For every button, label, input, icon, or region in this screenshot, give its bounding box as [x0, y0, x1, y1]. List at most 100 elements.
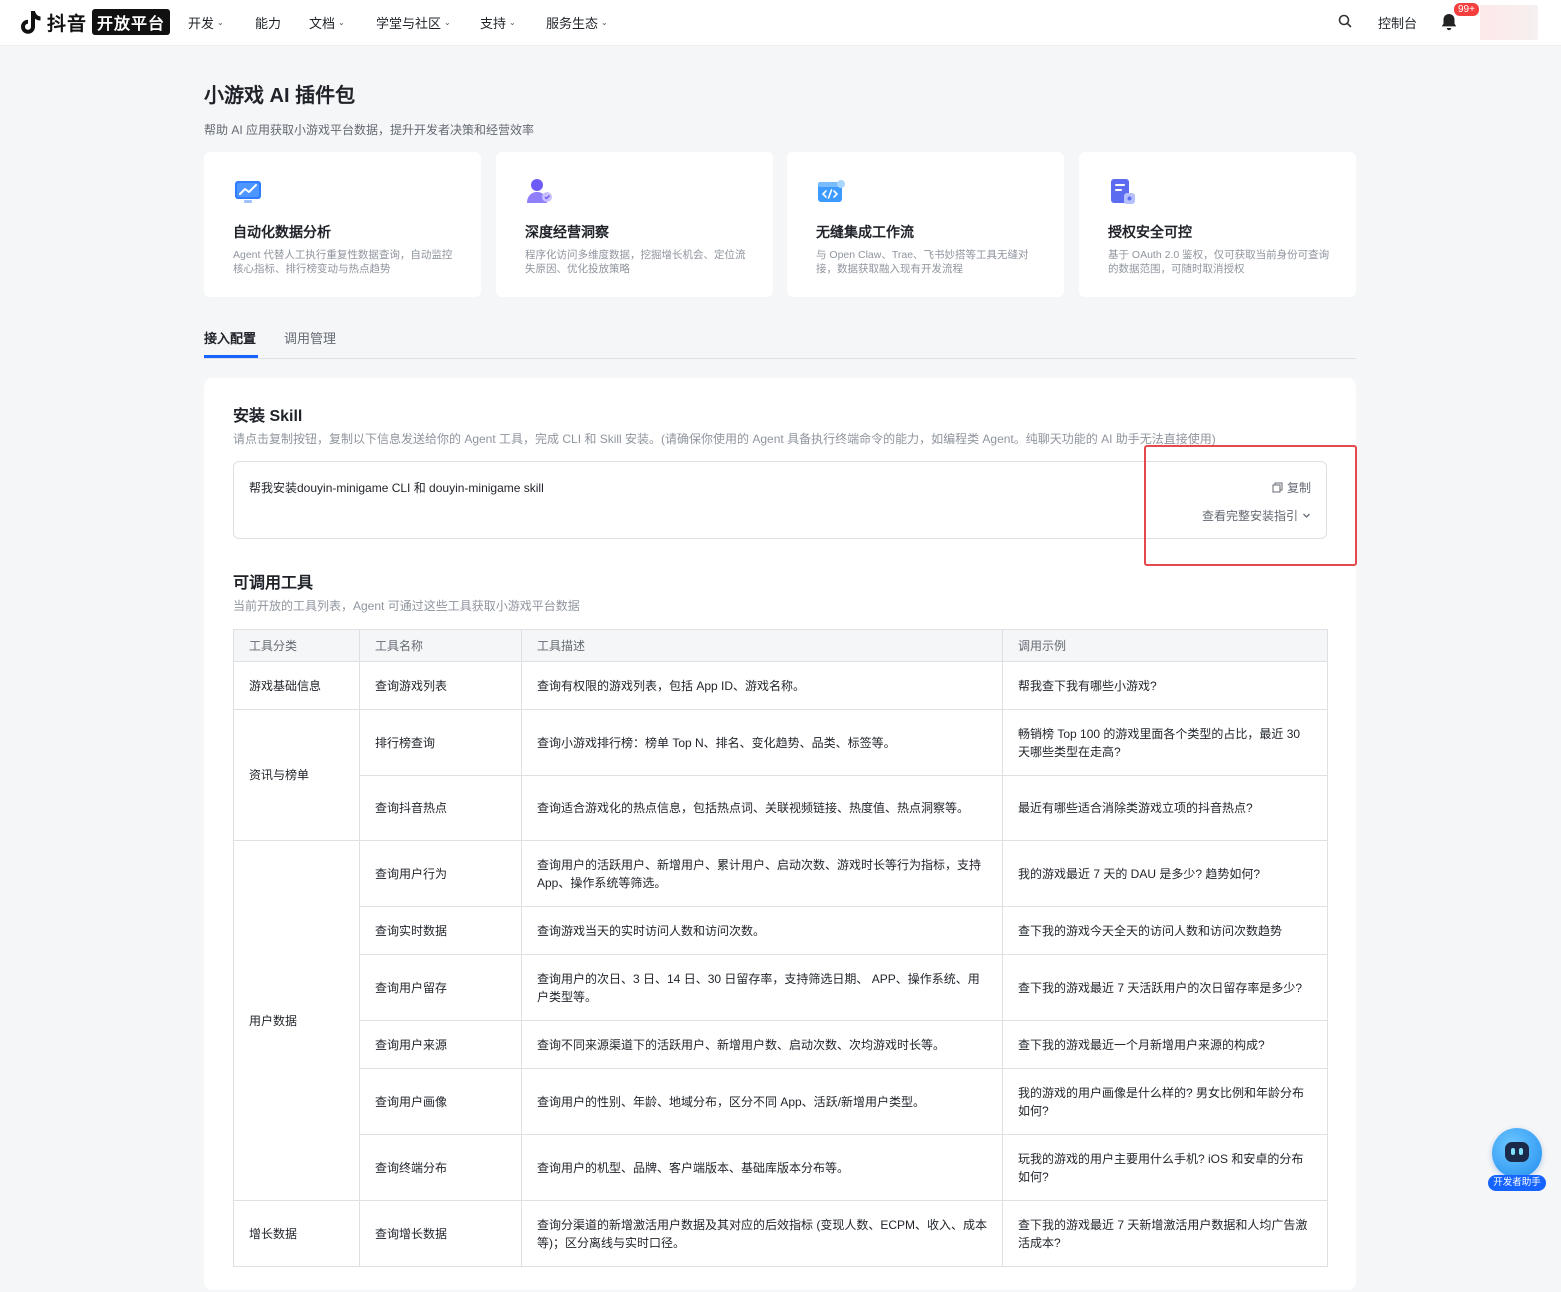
top-nav: 抖音 开放平台 开发 ⌄ 能力 文档 ⌄ 学堂与社区 ⌄ 支持 ⌄ 服务生态 ⌄ 控制台 …	[0, 0, 1561, 46]
tool-category-cell: 增长数据	[233, 1200, 360, 1267]
tool-category-cell: 资讯与榜单	[233, 709, 360, 841]
feature-title: 深度经营洞察	[525, 224, 609, 240]
user-insight-icon	[527, 179, 552, 203]
install-command-box: 帮我安装douyin-minigame CLI 和 douyin-minigam…	[233, 461, 1327, 539]
tool-desc-cell: 查询适合游戏化的热点信息，包括热点词、关联视频链接、热度值、热点洞察等。	[521, 775, 1003, 841]
feature-title: 授权安全可控	[1108, 224, 1192, 240]
feature-desc: Agent 代替人工执行重复性数据查询，自动监控核心指标、排行榜变动与热点趋势	[233, 249, 453, 275]
table-row: 查询抖音热点 查询适合游戏化的热点信息，包括热点词、关联视频链接、热度值、热点洞察…	[234, 775, 1328, 841]
copy-button[interactable]: 复制	[1272, 479, 1311, 496]
feature-desc: 基于 OAuth 2.0 鉴权，仅可获取当前身份可查询的数据范围，可随时取消授权	[1108, 249, 1330, 275]
assistant-label: 开发者助手	[1488, 1175, 1546, 1191]
notification-badge: 99+	[1453, 2, 1480, 17]
tool-name-cell: 查询实时数据	[359, 906, 522, 955]
tool-example-cell: 我的游戏的用户画像是什么样的? 男女比例和年龄分布如何?	[1002, 1068, 1328, 1135]
page-title: 小游戏 AI 插件包	[204, 85, 356, 107]
tool-example-cell: 玩我的游戏的用户主要用什么手机? iOS 和安卓的分布如何?	[1002, 1134, 1328, 1201]
chevron-down-icon: ⌄	[444, 18, 451, 27]
tool-name-cell: 排行榜查询	[359, 709, 522, 776]
tool-name-cell: 查询用户来源	[359, 1020, 522, 1069]
table-row: 查询终端分布 查询用户的机型、品牌、客户端版本、基础库版本分布等。 玩我的游戏的用户…	[234, 1134, 1328, 1201]
tool-name-cell: 查询终端分布	[359, 1134, 522, 1201]
install-skill-title: 安装 Skill	[233, 408, 303, 425]
nav-label: 文档	[309, 16, 336, 31]
table-header-row: 工具分类 工具名称 工具描述 调用示例	[233, 629, 1328, 662]
avatar[interactable]	[1480, 5, 1538, 40]
tool-category-cell: 用户数据	[233, 840, 360, 1201]
nav-item-ecosystem[interactable]: 服务生态 ⌄	[546, 13, 608, 32]
active-tab-indicator	[204, 355, 258, 358]
tool-desc-cell: 查询用户的性别、年龄、地域分布，区分不同 App、活跃/新增用户类型。	[521, 1068, 1003, 1135]
tool-example-cell: 查下我的游戏最近 7 天新增激活用户数据和人均广告激活成本?	[1002, 1200, 1328, 1267]
nav-label: 支持	[480, 16, 507, 31]
copy-label: 复制	[1286, 481, 1311, 495]
tool-example-cell: 帮我查下我有哪些小游戏?	[1002, 661, 1328, 710]
search-icon[interactable]	[1337, 13, 1353, 29]
view-install-guide-button[interactable]: 查看完整安装指引	[1202, 507, 1311, 524]
console-link[interactable]: 控制台	[1378, 13, 1417, 32]
nav-item-develop[interactable]: 开发 ⌄	[188, 13, 224, 32]
column-header: 工具描述	[521, 629, 1003, 662]
nav-label: 服务生态	[546, 16, 599, 31]
tool-desc-cell: 查询分渠道的新增激活用户数据及其对应的后效指标 (变现人数、ECPM、收入、成本…	[521, 1200, 1003, 1267]
nav-item-academy[interactable]: 学堂与社区 ⌄	[376, 13, 451, 32]
tab-access-config[interactable]: 接入配置	[204, 328, 256, 347]
nav-item-capability[interactable]: 能力	[255, 13, 281, 32]
tool-desc-cell: 查询用户的活跃用户、新增用户、累计用户、启动次数、游戏时长等行为指标，支持 Ap…	[521, 840, 1003, 907]
tool-example-cell: 查下我的游戏今天全天的访问人数和访问次数趋势	[1002, 906, 1328, 955]
install-skill-desc: 请点击复制按钮，复制以下信息发送给你的 Agent 工具，完成 CLI 和 Sk…	[233, 432, 1216, 446]
page-subtitle: 帮助 AI 应用获取小游戏平台数据，提升开发者决策和经营效率	[204, 123, 535, 137]
table-row: 用户数据 查询用户行为 查询用户的活跃用户、新增用户、累计用户、启动次数、游戏时长等…	[233, 840, 1328, 1201]
douyin-logo[interactable]: 抖音 开放平台	[20, 8, 171, 36]
tab-bar: 接入配置 调用管理	[204, 318, 1356, 359]
nav-label: 能力	[255, 16, 282, 31]
nav-label: 开发	[188, 16, 215, 31]
tool-example-cell: 畅销榜 Top 100 的游戏里面各个类型的占比，最近 30 天哪些类型在走高?	[1002, 709, 1328, 776]
config-panel: 安装 Skill 请点击复制按钮，复制以下信息发送给你的 Agent 工具，完成…	[204, 378, 1357, 1290]
tool-desc-cell: 查询用户的机型、品牌、客户端版本、基础库版本分布等。	[521, 1134, 1003, 1201]
developer-assistant-button[interactable]: 开发者助手	[1486, 1128, 1548, 1194]
tool-name-cell: 查询增长数据	[359, 1200, 522, 1267]
chevron-down-icon: ⌄	[338, 18, 345, 27]
table-row: 资讯与榜单 排行榜查询 查询小游戏排行榜：榜单 Top N、排名、变化趋势、品类、标…	[233, 709, 1328, 841]
tool-desc-cell: 查询用户的次日、3 日、14 日、30 日留存率，支持筛选日期、 APP、操作系…	[521, 954, 1003, 1021]
logo-text: 抖音	[47, 13, 88, 35]
tools-desc: 当前开放的工具列表，Agent 可通过这些工具获取小游戏平台数据	[233, 599, 580, 613]
feature-card-data-analysis: 自动化数据分析 Agent 代替人工执行重复性数据查询，自动监控核心指标、排行榜…	[204, 152, 481, 297]
tool-example-cell: 查下我的游戏最近 7 天活跃用户的次日留存率是多少?	[1002, 954, 1328, 1021]
tool-name-cell: 查询用户画像	[359, 1068, 522, 1135]
robot-eye	[1511, 1148, 1515, 1155]
tool-example-cell: 我的游戏最近 7 天的 DAU 是多少? 趋势如何?	[1002, 840, 1328, 907]
table-row: 增长数据 查询增长数据 查询分渠道的新增激活用户数据及其对应的后效指标 (变现人数、…	[233, 1200, 1328, 1267]
chevron-down-icon: ⌄	[509, 18, 516, 27]
copy-icon	[1272, 482, 1283, 493]
douyin-note-icon	[21, 11, 41, 34]
guide-label: 查看完整安装指引	[1201, 509, 1298, 523]
column-header: 调用示例	[1002, 629, 1328, 662]
tool-desc-cell: 查询有权限的游戏列表，包括 App ID、游戏名称。	[521, 661, 1003, 710]
column-header: 工具名称	[359, 629, 522, 662]
column-header: 工具分类	[233, 629, 360, 662]
robot-icon	[1492, 1128, 1542, 1178]
robot-eye	[1519, 1148, 1523, 1155]
chevron-down-icon	[1303, 513, 1310, 518]
feature-card-workflow: 无缝集成工作流 与 Open Claw、Trae、飞书妙搭等工具无缝对接，数据获…	[787, 152, 1064, 297]
code-window-icon	[818, 180, 845, 202]
tool-example-cell: 最近有哪些适合消除类游戏立项的抖音热点?	[1002, 775, 1328, 841]
feature-title: 自动化数据分析	[233, 224, 331, 240]
table-row: 游戏基础信息 查询游戏列表 查询有权限的游戏列表，包括 App ID、游戏名称。 帮我…	[233, 661, 1328, 710]
table-row: 查询用户留存 查询用户的次日、3 日、14 日、30 日留存率，支持筛选日期、 A…	[234, 954, 1328, 1021]
tool-desc-cell: 查询小游戏排行榜：榜单 Top N、排名、变化趋势、品类、标签等。	[521, 709, 1003, 776]
tool-category-cell: 游戏基础信息	[233, 661, 360, 710]
tool-name-cell: 查询游戏列表	[359, 661, 522, 710]
tab-call-management[interactable]: 调用管理	[284, 328, 336, 347]
secure-doc-icon	[1111, 179, 1135, 204]
nav-label: 学堂与社区	[376, 16, 442, 31]
tool-example-cell: 查下我的游戏最近一个月新增用户来源的构成?	[1002, 1020, 1328, 1069]
feature-desc: 程序化访问多维度数据，挖掘增长机会、定位流失原因、优化投放策略	[525, 249, 746, 275]
tool-name-cell: 查询用户留存	[359, 954, 522, 1021]
nav-item-docs[interactable]: 文档 ⌄	[309, 13, 345, 32]
feature-card-security: 授权安全可控 基于 OAuth 2.0 鉴权，仅可获取当前身份可查询的数据范围，…	[1079, 152, 1356, 297]
nav-item-support[interactable]: 支持 ⌄	[480, 13, 516, 32]
chevron-down-icon: ⌄	[217, 18, 224, 27]
